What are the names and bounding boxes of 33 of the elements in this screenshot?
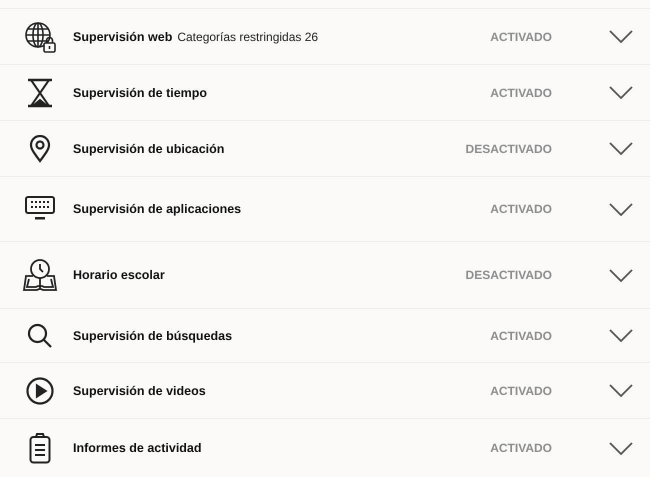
clock-book-icon — [23, 258, 57, 292]
globe-lock-icon — [23, 20, 57, 54]
chevron-down-icon[interactable] — [609, 442, 633, 454]
keyboard-icon — [25, 196, 55, 222]
chevron-down-icon[interactable] — [609, 142, 633, 155]
feature-title: Supervisión de ubicación — [73, 142, 224, 156]
chevron-down-icon[interactable] — [609, 202, 633, 216]
status-label: DESACTIVADO — [464, 268, 552, 282]
feature-title: Supervisión web — [73, 30, 172, 44]
status-label: ACTIVADO — [489, 384, 552, 398]
hourglass-icon — [27, 78, 53, 108]
feature-title: Horario escolar — [73, 268, 165, 282]
play-icon — [26, 376, 54, 404]
chevron-down-icon[interactable] — [609, 30, 633, 43]
feature-title: Supervisión de búsquedas — [73, 328, 232, 342]
clipboard-icon — [29, 432, 51, 464]
chevron-down-icon[interactable] — [609, 384, 633, 397]
status-label: ACTIVADO — [489, 202, 552, 216]
feature-detail: Categorías restringidas 26 — [177, 30, 318, 44]
feature-title: Supervisión de tiempo — [73, 86, 208, 100]
feature-title: Supervisión de videos — [73, 384, 206, 398]
chevron-down-icon[interactable] — [609, 86, 633, 99]
feature-title: Supervisión de aplicaciones — [73, 202, 242, 216]
status-label: ACTIVADO — [489, 30, 552, 44]
feature-title: Informes de actividad — [73, 441, 202, 455]
status-label: DESACTIVADO — [464, 142, 552, 156]
status-label: ACTIVADO — [489, 86, 552, 100]
location-pin-icon — [29, 134, 51, 162]
search-icon — [27, 322, 53, 348]
status-label: ACTIVADO — [489, 328, 552, 342]
chevron-down-icon[interactable] — [609, 329, 633, 342]
chevron-down-icon[interactable] — [609, 268, 633, 282]
status-label: ACTIVADO — [489, 441, 552, 455]
